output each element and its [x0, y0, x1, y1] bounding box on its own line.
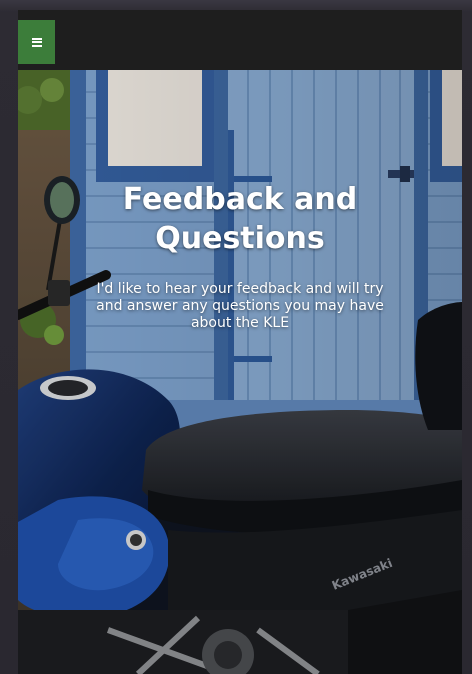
hero-subtitle: I'd like to hear your feedback and will … [96, 281, 384, 331]
page: Kawasaki Feedback and Questions I'd like… [18, 10, 462, 674]
hamburger-menu-icon [31, 37, 42, 47]
top-navigation-bar [18, 10, 462, 70]
menu-toggle-button[interactable] [18, 20, 55, 64]
browser-viewport: Kawasaki Feedback and Questions I'd like… [0, 0, 472, 674]
hero-background-photo: Kawasaki [18, 70, 462, 674]
page-title: Feedback and Questions [122, 182, 358, 256]
hero-section: Kawasaki Feedback and Questions I'd like… [18, 70, 462, 674]
hero-text-block: Feedback and Questions I'd like to hear … [18, 180, 462, 332]
